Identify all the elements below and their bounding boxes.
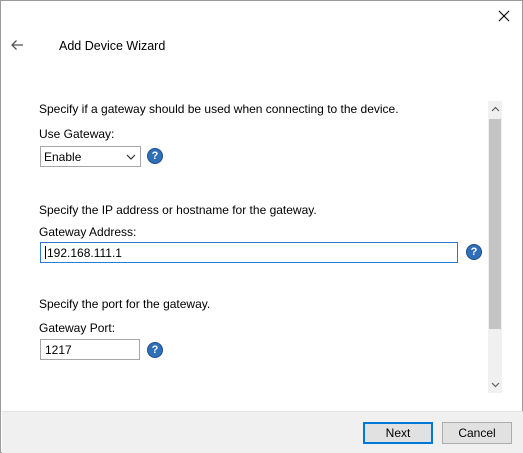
cancel-button[interactable]: Cancel [442, 422, 512, 444]
chevron-down-icon [126, 154, 136, 160]
arrow-left-icon [11, 40, 23, 50]
back-button[interactable] [7, 35, 27, 55]
gateway-address-label: Gateway Address: [39, 225, 137, 239]
close-button[interactable] [492, 5, 516, 27]
gateway-port-description: Specify the port for the gateway. [39, 297, 211, 311]
window-title: Add Device Wizard [59, 39, 166, 53]
use-gateway-selected-value: Enable [44, 149, 82, 164]
gateway-port-help-icon[interactable]: ? [147, 342, 163, 358]
vertical-scrollbar[interactable] [488, 101, 502, 393]
use-gateway-description: Specify if a gateway should be used when… [39, 102, 399, 116]
use-gateway-dropdown[interactable]: Enable [40, 146, 141, 167]
scroll-up-button[interactable] [488, 101, 502, 117]
gateway-address-input[interactable]: 192.168.111.1 [40, 242, 458, 263]
text-caret [45, 246, 46, 259]
gateway-port-input[interactable]: 1217 [40, 339, 140, 360]
chevron-down-icon [491, 382, 499, 388]
wizard-content: Specify if a gateway should be used when… [2, 99, 487, 395]
use-gateway-label: Use Gateway: [39, 127, 115, 141]
gateway-port-label: Gateway Port: [39, 321, 116, 335]
gateway-port-value: 1217 [45, 342, 72, 357]
wizard-window: Add Device Wizard Specify if a gateway s… [0, 0, 523, 453]
scroll-down-button[interactable] [488, 377, 502, 393]
next-button[interactable]: Next [363, 422, 433, 444]
close-icon [498, 10, 510, 22]
scrollbar-thumb[interactable] [489, 119, 501, 329]
chevron-up-icon [491, 106, 499, 112]
gateway-address-help-icon[interactable]: ? [466, 244, 482, 260]
wizard-footer: Next Cancel [2, 411, 523, 453]
gateway-address-value: 192.168.111.1 [47, 245, 122, 260]
gateway-address-description: Specify the IP address or hostname for t… [39, 203, 317, 217]
use-gateway-help-icon[interactable]: ? [147, 148, 163, 164]
